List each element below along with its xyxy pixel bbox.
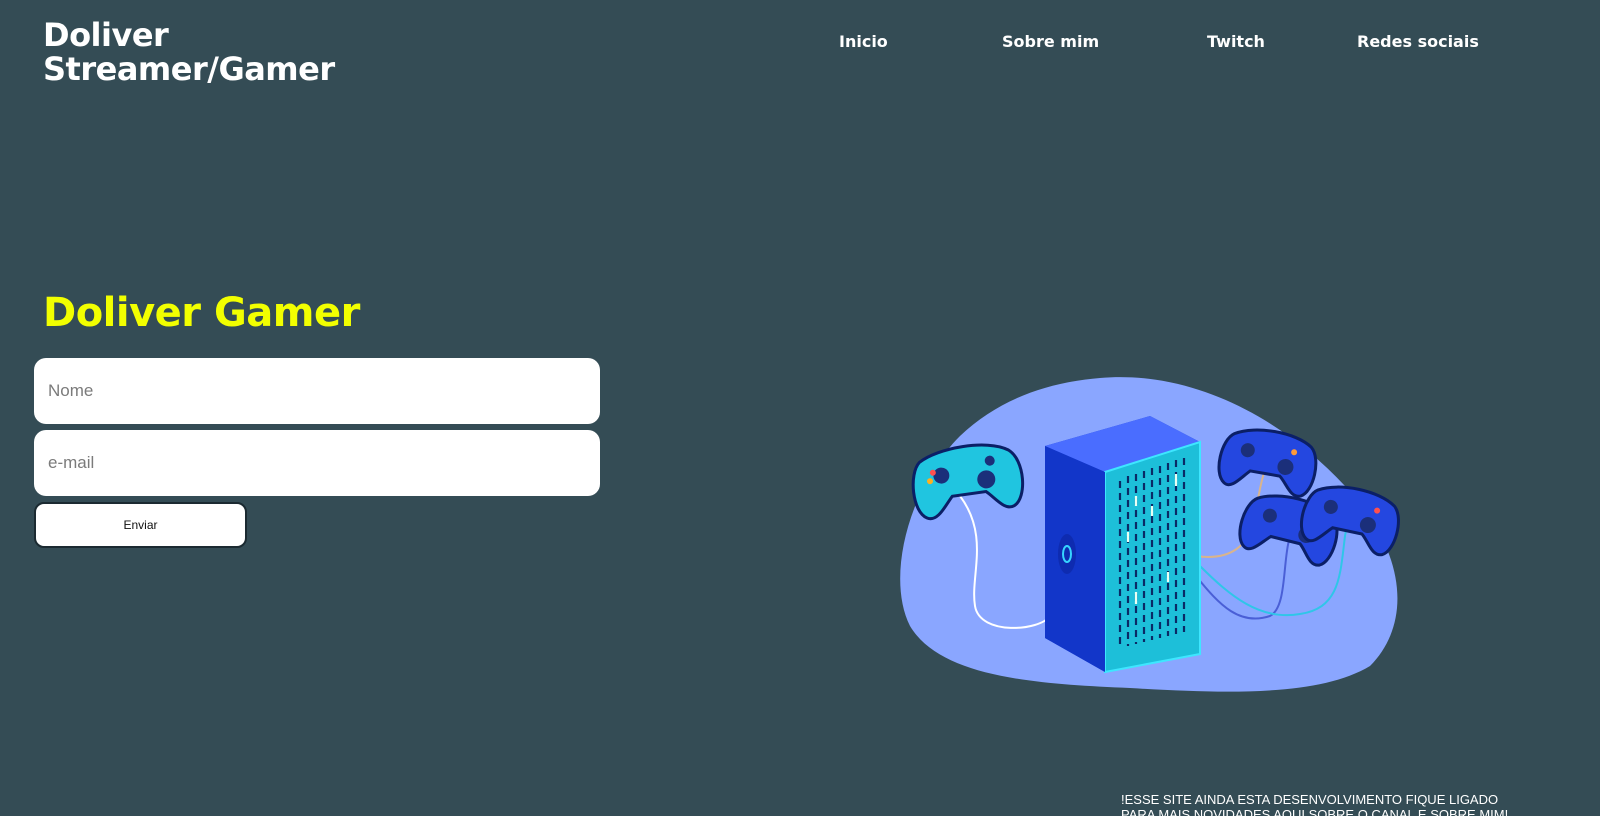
console-tower	[1045, 416, 1201, 674]
nav-link-sobre-mim[interactable]: Sobre mim	[1002, 30, 1099, 54]
nav-link-redes-sociais[interactable]: Redes sociais	[1357, 30, 1479, 54]
footer-notice-line-2: PARA MAIS NOVIDADES AQUI SOBRE O CANAL E…	[1121, 807, 1509, 816]
page: Doliver Streamer/Gamer Inicio Sobre mim …	[0, 0, 1600, 816]
nav-link-inicio[interactable]: Inicio	[839, 30, 888, 54]
hero-title: Doliver Gamer	[43, 290, 360, 336]
submit-button[interactable]: Enviar	[34, 502, 247, 548]
gaming-console-illustration-icon	[900, 377, 1400, 692]
footer-notice: !ESSE SITE AINDA ESTA DESENVOLVIMENTO FI…	[1121, 792, 1541, 816]
main-nav: Inicio Sobre mim Twitch Redes sociais	[0, 30, 1600, 60]
name-field[interactable]	[34, 358, 600, 424]
nav-link-twitch[interactable]: Twitch	[1207, 30, 1265, 54]
email-field[interactable]	[34, 430, 600, 496]
footer-notice-line-1: !ESSE SITE AINDA ESTA DESENVOLVIMENTO FI…	[1121, 792, 1499, 807]
